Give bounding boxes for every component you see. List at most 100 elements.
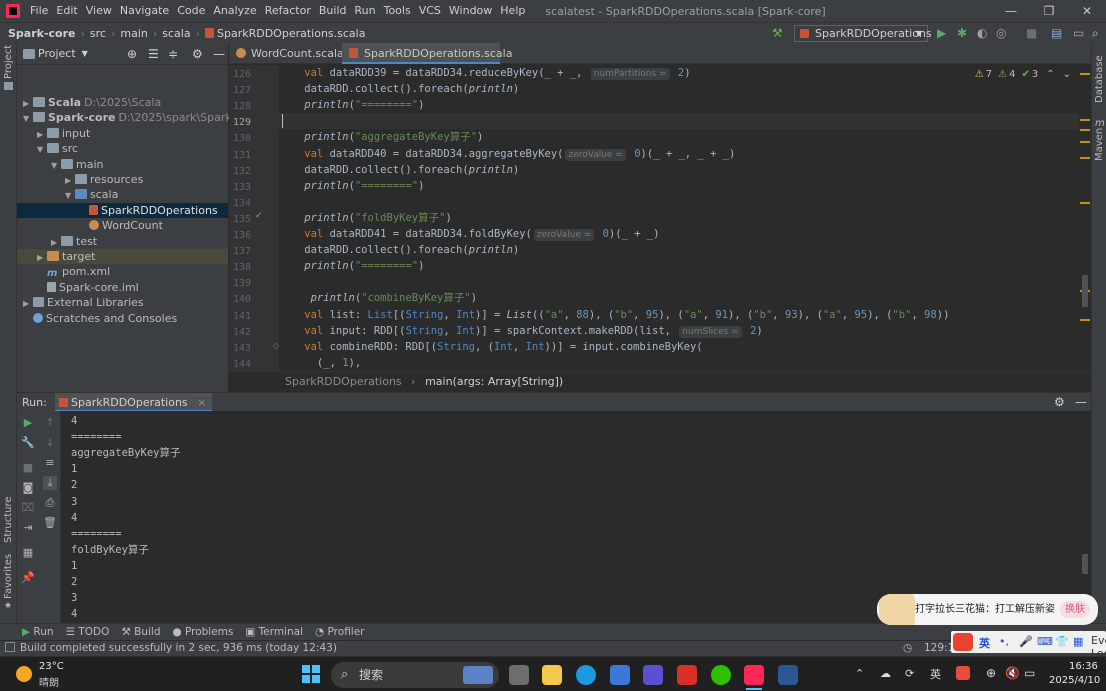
console-scrollbar-thumb[interactable]	[1082, 554, 1088, 574]
gear-icon[interactable]: ⚙	[192, 47, 203, 61]
microphone-icon[interactable]: 🎤	[1019, 635, 1033, 648]
chevron-right-icon[interactable]: ▶	[65, 173, 75, 188]
warning-marker[interactable]	[1080, 119, 1090, 121]
event-log-label[interactable]: Event Log	[1091, 634, 1106, 660]
weather-temp[interactable]: 23°C	[39, 661, 64, 672]
close-tab-icon[interactable]: ×	[197, 396, 206, 409]
tree-item[interactable]: ▼ src	[17, 141, 228, 156]
tab-wordcount[interactable]: WordCount.scala	[229, 43, 344, 64]
tree-item[interactable]: ▶ Scala D:\2025\Scala	[17, 95, 228, 110]
code-line[interactable]: println("========")	[279, 258, 424, 274]
arrow-up-icon[interactable]: ↑	[43, 416, 57, 430]
expand-all-icon[interactable]: ☰	[148, 47, 159, 61]
run-icon[interactable]: ▶	[937, 27, 946, 39]
tree-item[interactable]: m pom.xml	[17, 264, 228, 279]
hide-panel-icon[interactable]: —	[1075, 393, 1087, 412]
inspection-widget[interactable]: ⚠ 7 ⚠ 4 ✔ 3 ⌃ ⌄	[975, 69, 1071, 80]
profiler-tool-tab[interactable]: ◔ Profiler	[315, 626, 364, 638]
ime-language[interactable]: 英	[930, 666, 941, 682]
structure-tool-button[interactable]: Structure	[3, 496, 14, 543]
ime-toolbar[interactable]: 英 •, 🎤 ⌨ 👕 ▦ Event Log	[951, 631, 1106, 660]
menu-navigate[interactable]: Navigate	[116, 0, 173, 22]
menu-build[interactable]: Build	[315, 0, 351, 22]
breadcrumb-object[interactable]: SparkRDDOperations	[285, 375, 402, 388]
favorites-tool-button[interactable]: Favorites	[3, 554, 14, 599]
weather-desc[interactable]: 晴朗	[39, 674, 59, 689]
debug-icon[interactable]: ✱	[957, 27, 967, 39]
code-line[interactable]: val list: List[(String, Int)] = List(("a…	[279, 307, 949, 323]
tree-item[interactable]: WordCount	[17, 218, 228, 233]
globe-icon[interactable]: ⊕	[986, 666, 996, 680]
gear-icon[interactable]: ⚙	[1054, 393, 1065, 412]
volume-mute-icon[interactable]: 🔇	[1005, 666, 1020, 680]
shirt-icon[interactable]: 👕	[1055, 635, 1069, 648]
menu-analyze[interactable]: Analyze	[209, 0, 260, 22]
tree-item[interactable]: ▼ scala	[17, 187, 228, 202]
chevron-down-icon[interactable]: ▼	[65, 188, 75, 203]
tab-sparkrddoperations[interactable]: SparkRDDOperations.scala ×	[342, 43, 512, 81]
code-line[interactable]: dataRDD.collect().foreach(println)	[279, 81, 519, 97]
project-structure-icon[interactable]: ▤	[1051, 27, 1062, 39]
collapse-all-icon[interactable]: ≑	[168, 47, 178, 61]
warning-marker[interactable]	[1080, 157, 1090, 159]
dropdown-arrow-icon[interactable]: ▼	[82, 49, 88, 58]
wrench-icon[interactable]: 🔧	[21, 436, 35, 450]
tree-item[interactable]: Scratches and Consoles	[17, 311, 228, 326]
intellij-idea-icon[interactable]	[744, 665, 764, 685]
code-line[interactable]: val dataRDD39 = dataRDD34.reduceByKey(_ …	[279, 65, 691, 81]
menu-window[interactable]: Window	[445, 0, 496, 22]
chevron-right-icon[interactable]: ▶	[37, 250, 47, 265]
search-icon[interactable]: ⌕	[1092, 27, 1099, 39]
windows-start-icon[interactable]	[302, 665, 320, 683]
minimize-button[interactable]: —	[992, 0, 1030, 22]
run-tab[interactable]: SparkRDDOperations ×	[55, 393, 213, 412]
camera-icon[interactable]: ◙	[21, 481, 35, 495]
rerun-icon[interactable]: ▶	[21, 416, 35, 430]
warning-marker[interactable]	[1080, 141, 1090, 143]
profile-icon[interactable]: ◎	[996, 27, 1006, 39]
chevron-down-icon[interactable]: ▼	[37, 142, 47, 157]
code-line[interactable]: println("foldByKey算子")	[279, 210, 451, 226]
chevron-right-icon[interactable]: ▶	[23, 96, 33, 111]
tree-item[interactable]: SparkRDDOperations	[17, 202, 228, 218]
code-line[interactable]: println("aggregateByKey算子")	[279, 129, 483, 145]
terminal-tool-tab[interactable]: ▣ Terminal	[245, 626, 303, 638]
tree-item[interactable]: ▼ Spark-core D:\2025\spark\Spark-core	[17, 110, 260, 126]
tree-item[interactable]: ▶ test	[17, 234, 228, 249]
pin-tab-icon[interactable]: 📌	[21, 571, 35, 585]
wps-office-icon[interactable]	[677, 665, 697, 685]
code-line[interactable]: println("========")	[279, 178, 424, 194]
menu-file[interactable]: File	[26, 0, 52, 22]
taskbar-date[interactable]: 2025/4/10	[1049, 675, 1100, 686]
code-line[interactable]: (_, 1),	[279, 355, 361, 371]
build-tool-tab[interactable]: ⚒ Build	[121, 626, 160, 638]
chevron-down-icon[interactable]: ▼	[23, 111, 33, 126]
status-message[interactable]: Build completed successfully in 2 sec, 9…	[20, 642, 337, 654]
tree-item[interactable]: ▶ External Libraries	[17, 295, 228, 310]
code-line[interactable]: println("========")	[279, 97, 424, 113]
menu-edit[interactable]: Edit	[52, 0, 81, 22]
run-tool-tab[interactable]: ▶ Run	[22, 626, 54, 638]
trash-icon[interactable]: 🗑	[43, 516, 57, 530]
microsoft-store-icon[interactable]	[610, 665, 630, 685]
restore-button[interactable]: ❐	[1030, 0, 1068, 22]
warning-marker[interactable]	[1080, 319, 1090, 321]
cloud-off-icon[interactable]: ☁	[880, 667, 891, 680]
apps-grid-icon[interactable]: ▦	[1073, 635, 1083, 648]
breadcrumb-main[interactable]: main	[120, 27, 147, 40]
ime-bar-language[interactable]: 英	[979, 635, 990, 651]
chevron-right-icon[interactable]: ▶	[37, 127, 47, 142]
caret-position[interactable]: 129:1	[924, 641, 954, 656]
tree-item[interactable]: ▼ main	[17, 157, 228, 172]
keyboard-icon[interactable]: ⌨	[1037, 635, 1053, 648]
todo-tool-tab[interactable]: ☰ TODO	[66, 626, 110, 638]
menu-run[interactable]: Run	[351, 0, 380, 22]
breadcrumb-scala[interactable]: scala	[162, 27, 190, 40]
breadcrumb-src[interactable]: src	[90, 27, 106, 40]
sync-icon[interactable]: ⟳	[905, 667, 914, 680]
sogou-ime-icon[interactable]	[956, 666, 970, 680]
close-button[interactable]: ✕	[1068, 0, 1106, 22]
code-editor[interactable]: ⚠ 7 ⚠ 4 ✔ 3 ⌃ ⌄ val dataRDD39 = dataRDD3…	[279, 65, 1079, 371]
print-icon[interactable]: ⎙	[43, 496, 57, 510]
code-line[interactable]: val combineRDD: RDD[(String, (Int, Int))…	[279, 339, 702, 355]
